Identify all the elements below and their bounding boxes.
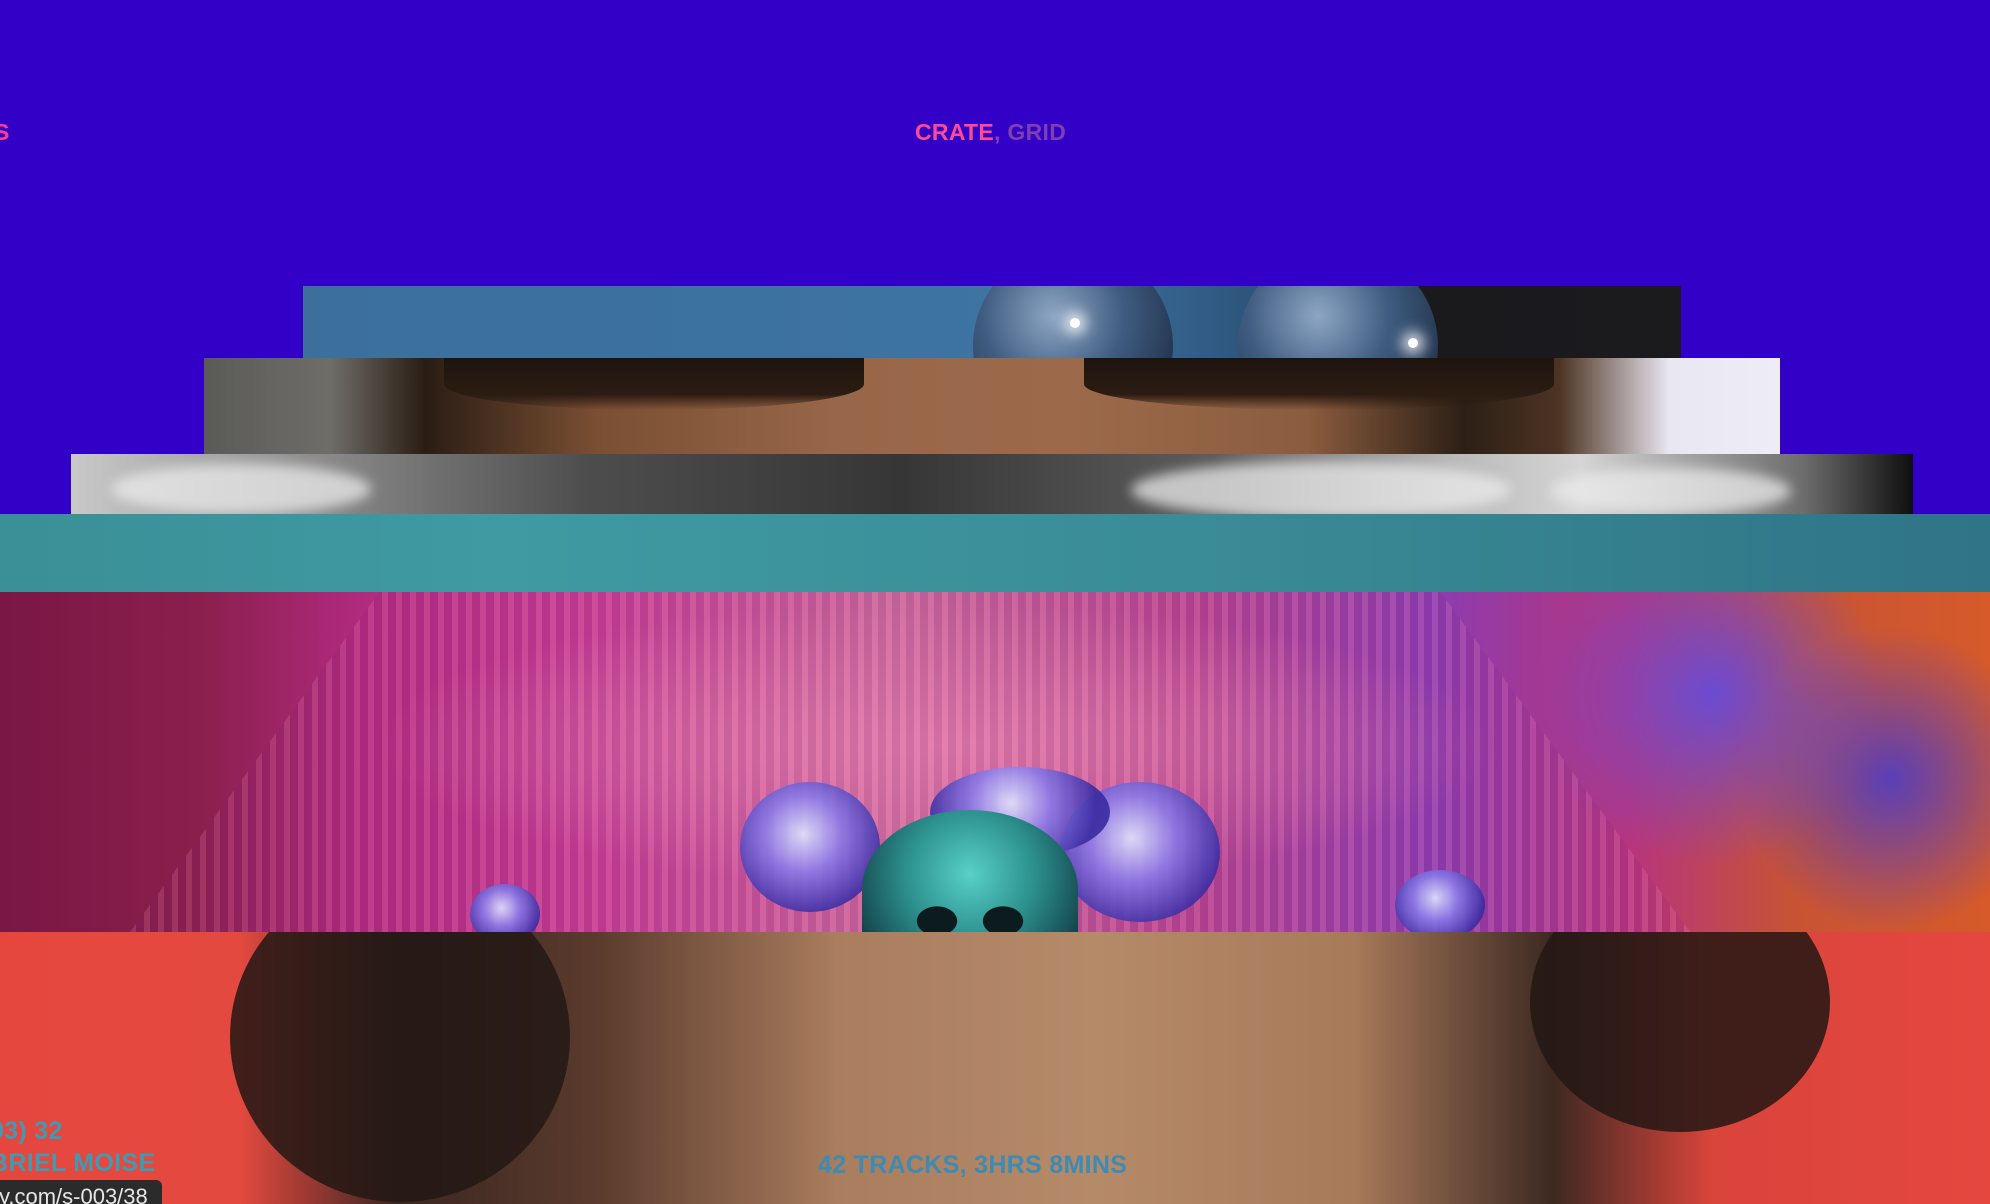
record-id: 03) 32 bbox=[0, 1117, 63, 1145]
track-count: 42 bbox=[818, 1151, 847, 1179]
smoke-puff bbox=[1551, 468, 1791, 514]
record-cover-2[interactable] bbox=[204, 358, 1780, 454]
brow bbox=[444, 358, 864, 410]
sparkle bbox=[1070, 318, 1080, 328]
ornament bbox=[1395, 870, 1485, 932]
grid-view-link[interactable]: GRID bbox=[1007, 119, 1066, 145]
hair bbox=[230, 932, 570, 1202]
hair bbox=[1530, 932, 1830, 1132]
track-summary: 42 TRACKS, 3HRS 8MINS bbox=[818, 1151, 1127, 1180]
sunglasses bbox=[895, 897, 1045, 932]
crate-view-link[interactable]: CRATE bbox=[915, 119, 994, 145]
sparkle bbox=[1408, 338, 1418, 348]
crate-page: S CRATE, GRID 03) 32 BRIEL MOISE bbox=[0, 0, 1990, 1204]
nav-link[interactable]: S bbox=[0, 119, 10, 146]
view-toggle: CRATE, GRID bbox=[915, 119, 1066, 146]
record-cover-3[interactable] bbox=[71, 454, 1913, 514]
record-cover-1[interactable] bbox=[303, 286, 1681, 358]
view-toggle-separator: , bbox=[994, 119, 1001, 145]
record-cover-5[interactable] bbox=[0, 592, 1990, 932]
chrome-sphere bbox=[1238, 286, 1438, 358]
smoke-puff bbox=[111, 464, 371, 514]
track-duration: TRACKS, 3HRS 8MINS bbox=[853, 1151, 1128, 1179]
ornament bbox=[740, 782, 880, 912]
record-cover-4[interactable] bbox=[0, 514, 1990, 592]
brow bbox=[1084, 358, 1554, 410]
artist-name[interactable]: BRIEL MOISE bbox=[0, 1149, 155, 1178]
status-bar-url: cy.com/s-003/38 bbox=[0, 1180, 162, 1204]
smoke-puff bbox=[1131, 462, 1511, 514]
